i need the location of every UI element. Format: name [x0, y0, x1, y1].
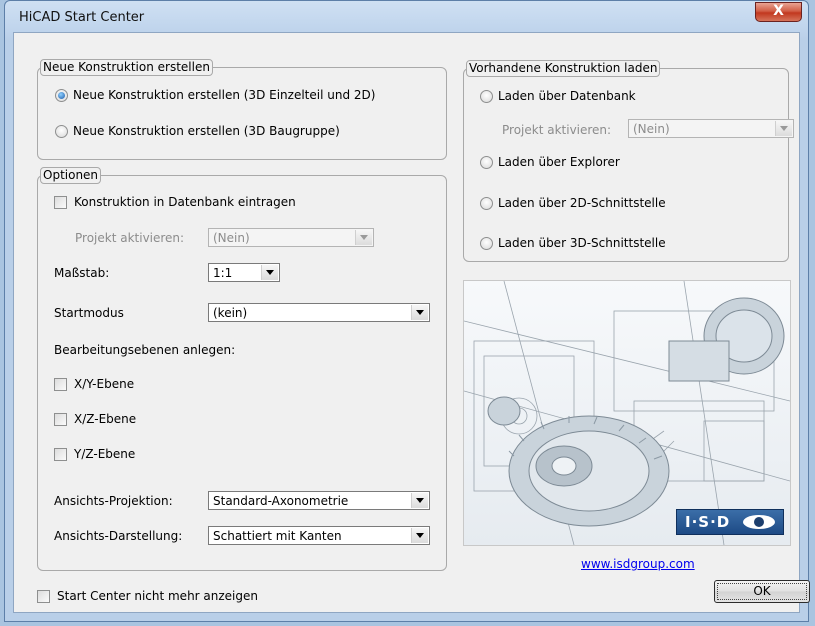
options-project-select: (Nein): [208, 228, 374, 247]
checkbox-box: [54, 447, 67, 461]
radio-indicator: [480, 89, 493, 103]
radio-load-3d[interactable]: Laden über 3D-Schnittstelle: [480, 236, 666, 250]
radio-new-3d-assembly[interactable]: Neue Konstruktion erstellen (3D Baugrupp…: [55, 124, 340, 138]
start-center-window: HiCAD Start Center X Neue Konstruktion e…: [4, 0, 810, 622]
window-title: HiCAD Start Center: [19, 10, 145, 25]
new-construction-group: Neue Konstruktion erstellen Neue Konstru…: [37, 59, 447, 160]
isd-logo-text: I·S·D: [685, 513, 731, 531]
dont-show-again-label: Start Center nicht mehr anzeigen: [57, 589, 258, 603]
options-project-label: Projekt aktivieren:: [75, 231, 185, 245]
scale-select[interactable]: 1:1: [208, 263, 280, 282]
load-project-select: (Nein): [628, 119, 794, 138]
load-project-value: (Nein): [633, 122, 670, 136]
radio-load-database[interactable]: Laden über Datenbank: [480, 89, 636, 103]
dialog-client-area: Neue Konstruktion erstellen Neue Konstru…: [13, 32, 810, 613]
close-icon: X: [773, 3, 784, 19]
checkbox-box: [54, 412, 67, 426]
projection-label: Ansichts-Projektion:: [54, 494, 173, 508]
website-link[interactable]: www.isdgroup.com: [581, 557, 695, 571]
plane-xy-checkbox[interactable]: X/Y-Ebene: [54, 377, 134, 391]
scale-value: 1:1: [213, 266, 233, 280]
checkbox-box: [54, 195, 67, 209]
radio-load-2d-label: Laden über 2D-Schnittstelle: [498, 196, 666, 210]
new-construction-legend: Neue Konstruktion erstellen: [40, 59, 213, 76]
start-mode-select[interactable]: (kein): [208, 303, 430, 322]
checkbox-box: [54, 377, 67, 391]
register-in-db-checkbox[interactable]: Konstruktion in Datenbank eintragen: [54, 195, 296, 209]
options-group: Optionen Konstruktion in Datenbank eintr…: [37, 167, 447, 571]
chevron-down-icon: [355, 230, 372, 245]
scale-label: Maßstab:: [54, 266, 110, 280]
radio-new-3d-assembly-label: Neue Konstruktion erstellen (3D Baugrupp…: [73, 124, 340, 138]
radio-load-database-label: Laden über Datenbank: [498, 89, 636, 103]
plane-xy-label: X/Y-Ebene: [74, 377, 135, 391]
isd-logo: I·S·D: [676, 509, 784, 535]
chevron-down-icon: [411, 493, 428, 508]
radio-indicator: [480, 196, 493, 210]
plane-xz-label: X/Z-Ebene: [74, 412, 137, 426]
dont-show-again-checkbox[interactable]: Start Center nicht mehr anzeigen: [37, 589, 258, 603]
chevron-down-icon: [775, 121, 792, 136]
radio-load-3d-label: Laden über 3D-Schnittstelle: [498, 236, 666, 250]
radio-new-3d-part[interactable]: Neue Konstruktion erstellen (3D Einzelte…: [55, 88, 375, 102]
display-value: Schattiert mit Kanten: [213, 529, 342, 543]
register-in-db-label: Konstruktion in Datenbank eintragen: [74, 195, 296, 209]
plane-xz-checkbox[interactable]: X/Z-Ebene: [54, 412, 136, 426]
radio-indicator: [55, 124, 68, 138]
ok-button[interactable]: OK: [714, 580, 810, 603]
radio-indicator: [480, 155, 493, 169]
radio-indicator: [480, 236, 493, 250]
radio-load-explorer[interactable]: Laden über Explorer: [480, 155, 620, 169]
radio-load-explorer-label: Laden über Explorer: [498, 155, 620, 169]
chevron-down-icon: [411, 528, 428, 543]
start-mode-label: Startmodus: [54, 306, 124, 320]
options-project-value: (Nein): [213, 231, 250, 245]
planes-heading: Bearbeitungsebenen anlegen:: [54, 343, 236, 357]
radio-indicator: [55, 88, 68, 102]
options-legend: Optionen: [40, 167, 102, 184]
plane-yz-label: Y/Z-Ebene: [74, 447, 136, 461]
radio-new-3d-part-label: Neue Konstruktion erstellen (3D Einzelte…: [73, 88, 376, 102]
cad-illustration: I·S·D: [463, 280, 791, 546]
projection-value: Standard-Axonometrie: [213, 494, 349, 508]
load-construction-group: Vorhandene Konstruktion laden Laden über…: [463, 60, 794, 262]
display-select[interactable]: Schattiert mit Kanten: [208, 526, 430, 545]
chevron-down-icon: [261, 265, 278, 280]
plane-yz-checkbox[interactable]: Y/Z-Ebene: [54, 447, 135, 461]
chevron-down-icon: [411, 305, 428, 320]
radio-load-2d[interactable]: Laden über 2D-Schnittstelle: [480, 196, 666, 210]
load-project-label: Projekt aktivieren:: [502, 123, 612, 137]
title-bar[interactable]: HiCAD Start Center X: [5, 1, 808, 33]
cad-drawing-graphic: [464, 281, 790, 545]
eye-icon: [743, 515, 775, 529]
checkbox-box: [37, 589, 50, 603]
display-label: Ansichts-Darstellung:: [54, 529, 183, 543]
close-button[interactable]: X: [755, 2, 802, 22]
projection-select[interactable]: Standard-Axonometrie: [208, 491, 430, 510]
start-mode-value: (kein): [213, 306, 248, 320]
load-construction-legend: Vorhandene Konstruktion laden: [466, 60, 661, 77]
